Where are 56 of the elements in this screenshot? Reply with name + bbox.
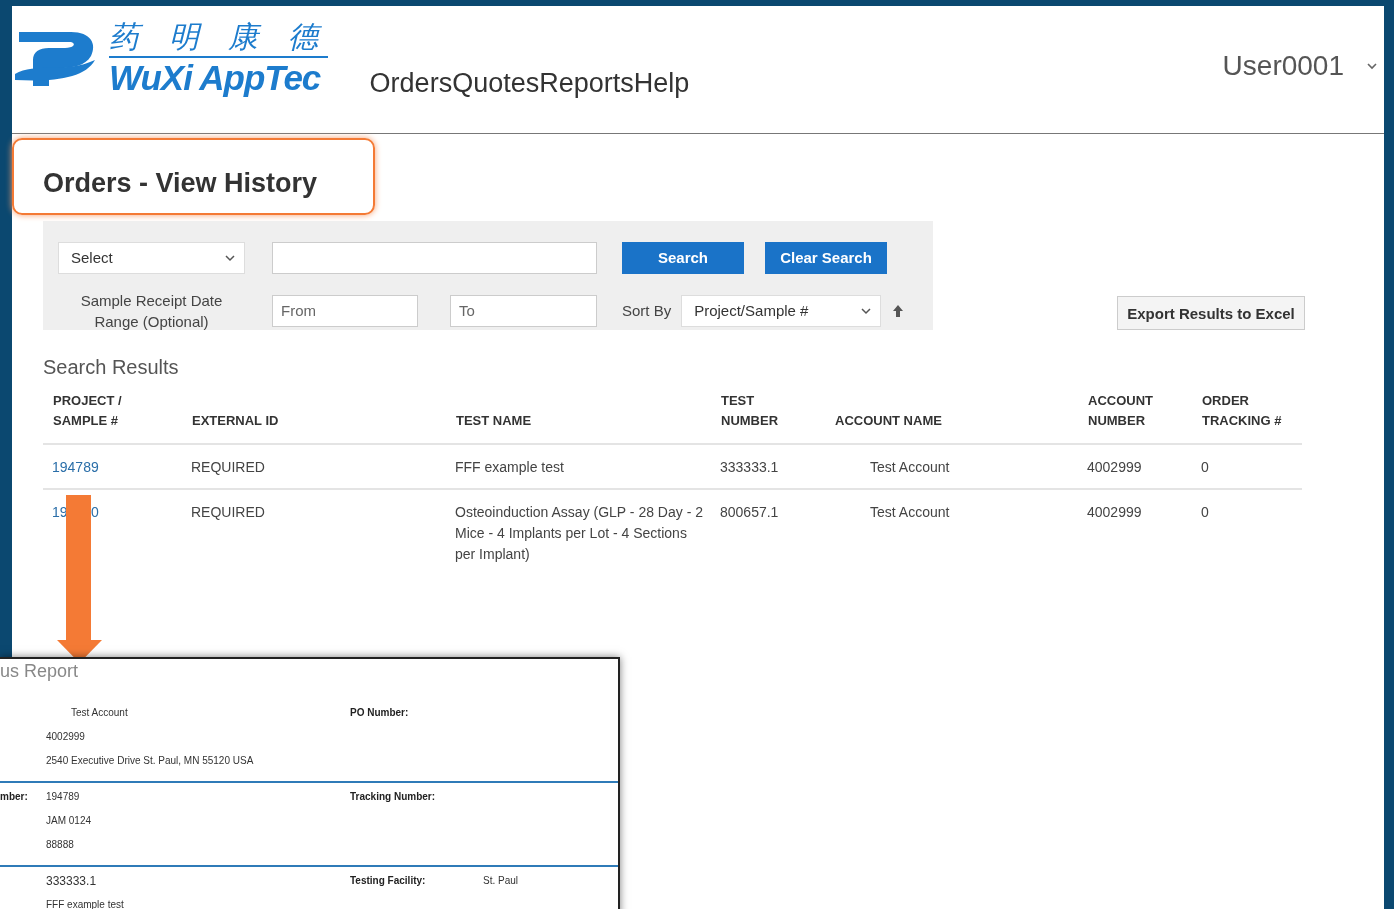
user-menu[interactable]: User0001 bbox=[1222, 50, 1344, 82]
report-label: Tracking Number: bbox=[350, 790, 437, 802]
results-title: Search Results bbox=[43, 356, 180, 379]
report-label: Testing Facility: bbox=[350, 874, 427, 886]
chevron-down-icon bbox=[860, 306, 873, 315]
report-value: St. Paul bbox=[483, 874, 520, 888]
table-cell: 4002999 bbox=[1078, 445, 1192, 490]
report-value: Test Account bbox=[70, 706, 129, 720]
table-cell-text: 4002999 bbox=[1086, 503, 1143, 522]
logo-text: WuXi AppTec bbox=[109, 58, 322, 98]
sort-select[interactable]: Project/Sample # bbox=[681, 294, 882, 327]
table-cell: Test Account bbox=[825, 445, 1078, 490]
report-title: us Report bbox=[0, 660, 80, 683]
nav-link[interactable]: Quotes bbox=[452, 66, 540, 100]
search-button[interactable]: Search bbox=[622, 241, 744, 274]
from-date-field[interactable]: From bbox=[272, 294, 418, 327]
report-value: 333333.1 bbox=[46, 873, 98, 890]
chevron-down-icon[interactable] bbox=[1366, 62, 1378, 70]
column-header: EXTERNAL ID bbox=[182, 391, 446, 445]
clear-search-button[interactable]: Clear Search bbox=[765, 241, 887, 274]
to-date-field[interactable]: To bbox=[450, 294, 597, 327]
arrow-up-icon[interactable] bbox=[892, 303, 905, 318]
table-cell: 333333.1 bbox=[711, 445, 825, 490]
search-field[interactable] bbox=[272, 241, 597, 274]
table-cell-text: 800657.1 bbox=[719, 503, 780, 522]
report-value: 88888 bbox=[46, 838, 75, 852]
table-cell: FFF example test bbox=[446, 445, 711, 490]
report-value: 2540 Executive Drive St. Paul, MN 55120 USA bbox=[46, 754, 255, 768]
report-value: JAM 0124 bbox=[46, 814, 93, 828]
column-header: ACCOUNT NUMBER bbox=[1078, 391, 1192, 445]
date-range-label: Sample Receipt Date Range (Optional) bbox=[79, 290, 224, 332]
sort-label: Sort By bbox=[622, 302, 672, 319]
nav-link[interactable]: Help bbox=[633, 66, 690, 100]
export-button[interactable]: Export Results to Excel bbox=[1117, 296, 1305, 330]
report-label: mber: bbox=[0, 790, 29, 802]
report-value: 194789 bbox=[46, 790, 81, 804]
sample-link[interactable]: 194789 bbox=[52, 459, 99, 475]
table-cell-text: Test Account bbox=[869, 503, 951, 522]
logo-chinese-text: 药 明 康 德 bbox=[109, 20, 328, 58]
chevron-down-icon bbox=[224, 253, 236, 262]
report-value: 4002999 bbox=[46, 730, 86, 744]
table-cell: 0 bbox=[1192, 445, 1302, 490]
table-cell-text: 0 bbox=[1200, 503, 1210, 522]
column-header: PROJECT / SAMPLE # bbox=[43, 391, 182, 445]
table-cell-text: Osteoinduction Assay (GLP - 28 Day - 2 Mice - 4 Implants per Lot - 4 Sections per Implant) bbox=[454, 503, 704, 564]
field-select[interactable]: Select bbox=[58, 241, 245, 274]
table-cell-text: REQUIRED bbox=[190, 503, 266, 522]
page-title: Orders - View History bbox=[43, 168, 318, 199]
column-header: ACCOUNT NAME bbox=[825, 391, 1078, 445]
nav-link[interactable]: Reports bbox=[539, 66, 634, 100]
table-cell: REQUIRED bbox=[182, 445, 446, 490]
report-label: PO Number: bbox=[350, 706, 410, 718]
column-header: TEST NUMBER bbox=[711, 391, 825, 445]
nav-link[interactable]: Orders bbox=[369, 66, 453, 100]
column-header: TEST NAME bbox=[446, 391, 711, 445]
column-header: ORDER TRACKING # bbox=[1192, 391, 1302, 445]
